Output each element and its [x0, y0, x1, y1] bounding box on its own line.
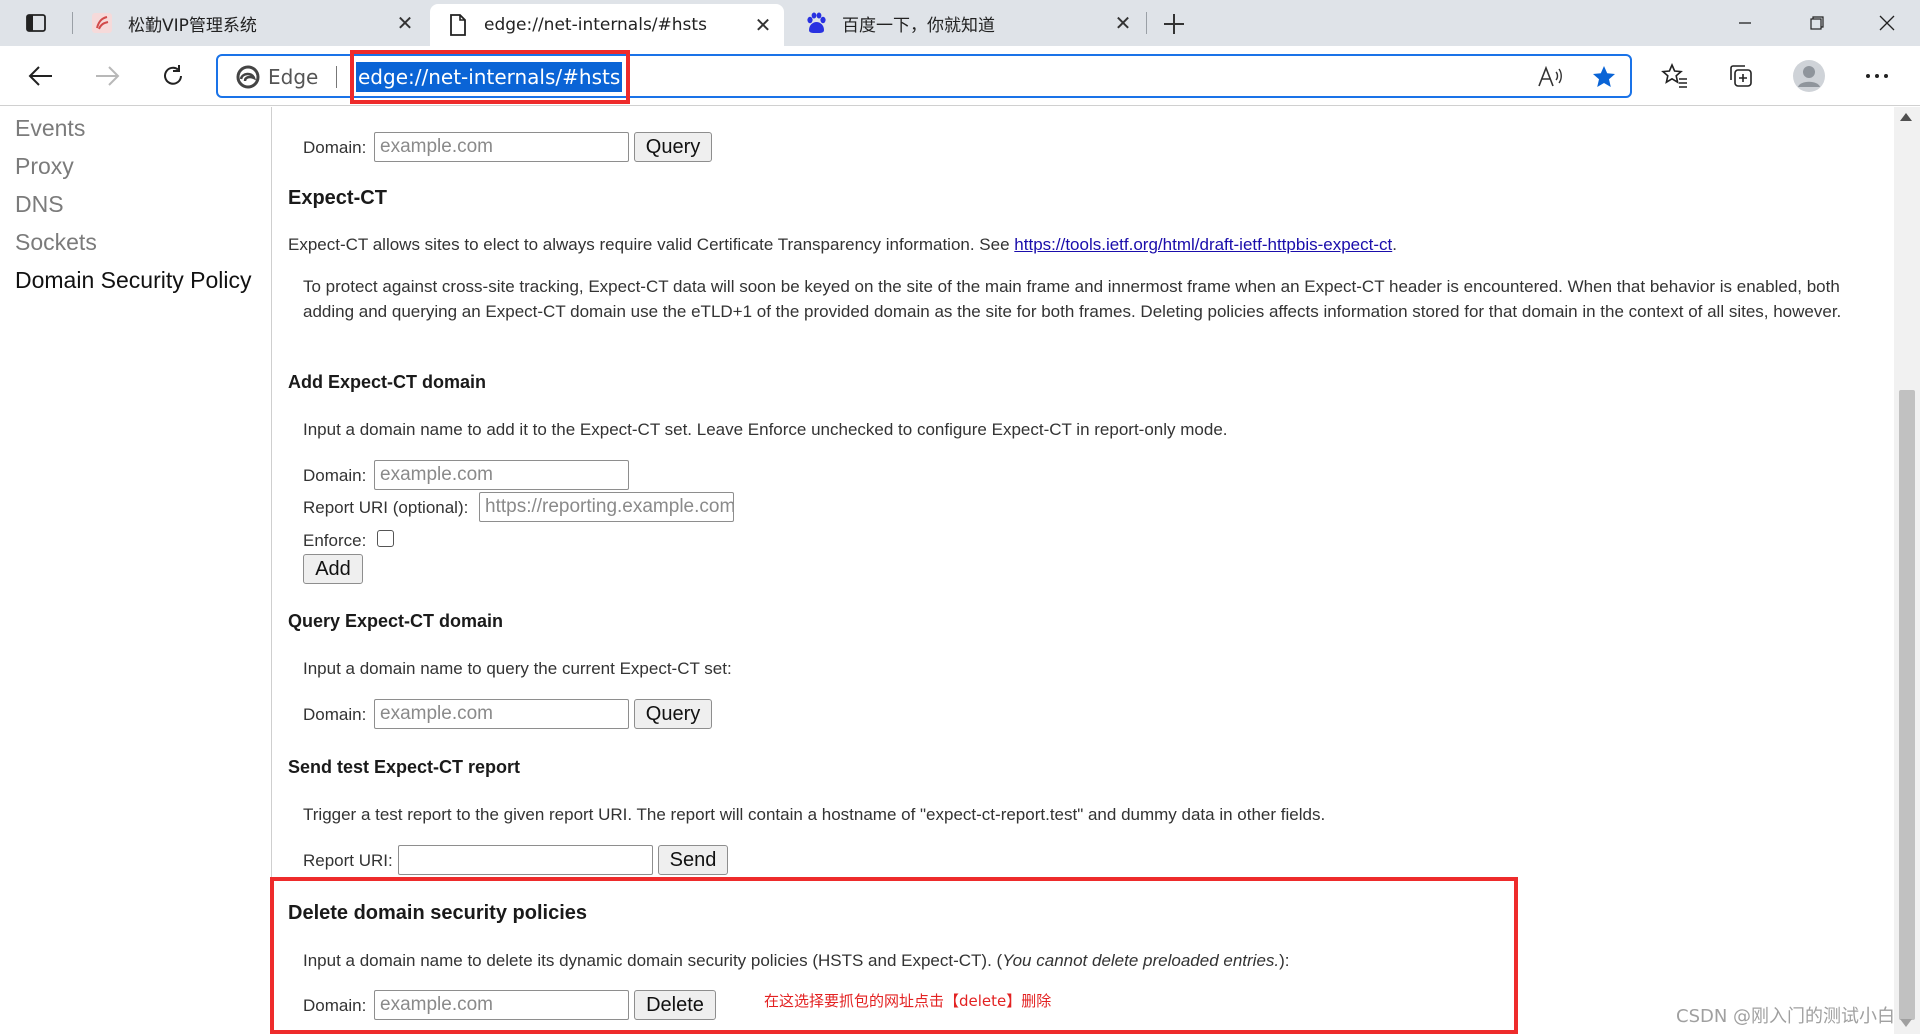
- expect-ct-intro: Expect-CT allows sites to elect to alway…: [288, 235, 1397, 255]
- watermark: CSDN @刚入门的测试小白: [1676, 1006, 1896, 1027]
- favorites-list-icon: [1661, 63, 1687, 88]
- enforce-checkbox[interactable]: [377, 530, 394, 547]
- scroll-thumb[interactable]: [1899, 390, 1915, 1020]
- forward-button[interactable]: [88, 58, 126, 94]
- edge-chip-label: Edge: [268, 65, 319, 89]
- send-test-report-uri-input[interactable]: [398, 845, 653, 875]
- close-tab-icon[interactable]: ✕: [1108, 8, 1138, 38]
- settings-more-button[interactable]: [1858, 58, 1896, 94]
- tab-title: edge://net-internals/#hsts: [484, 15, 707, 35]
- more-dots-icon: [1866, 74, 1888, 78]
- tab-actions-icon: [26, 14, 46, 32]
- hsts-query-button[interactable]: Query: [634, 132, 712, 162]
- sidebar-item-sockets[interactable]: Sockets: [15, 229, 97, 256]
- close-tab-icon[interactable]: ✕: [390, 8, 420, 38]
- report-uri-label: Report URI:: [303, 851, 393, 870]
- refresh-icon: [164, 65, 182, 85]
- restore-button[interactable]: [1786, 0, 1848, 46]
- add-expect-ct-heading: Add Expect-CT domain: [288, 372, 487, 392]
- tab-title: 百度一下，你就知道: [842, 15, 995, 36]
- tab-separator: [1146, 12, 1147, 34]
- annotation-text: 在这选择要抓包的网址点击【delete】删除: [764, 992, 1052, 1010]
- baidu-paw-icon: [804, 11, 828, 35]
- close-window-button[interactable]: [1856, 0, 1918, 46]
- expect-ct-intro-end: .: [1392, 235, 1397, 254]
- sidebar-item-domain-security-policy[interactable]: Domain Security Policy: [15, 267, 251, 294]
- close-tab-icon[interactable]: ✕: [748, 10, 778, 40]
- query-expect-ct-domain-input[interactable]: example.com: [374, 699, 629, 729]
- back-button[interactable]: [22, 58, 60, 94]
- tab-title: 松勤VIP管理系统: [128, 15, 257, 36]
- favorite-star-button[interactable]: [1588, 62, 1620, 92]
- domain-label: Domain:: [303, 138, 367, 157]
- query-expect-ct-desc: Input a domain name to query the current…: [303, 659, 732, 678]
- songqin-favicon-icon: [90, 11, 114, 35]
- hsts-query-domain-input[interactable]: example.com: [374, 132, 629, 162]
- restore-icon: [1810, 16, 1824, 30]
- tab-separator: [72, 12, 73, 34]
- sidebar: Events Proxy DNS Sockets Domain Security…: [0, 107, 272, 1034]
- scroll-down-arrow-icon[interactable]: [1900, 1019, 1912, 1027]
- tab-songqin[interactable]: 松勤VIP管理系统 ✕: [74, 0, 426, 46]
- read-aloud-button[interactable]: [1534, 62, 1566, 92]
- domain-label: Domain:: [303, 705, 367, 724]
- sidebar-item-proxy[interactable]: Proxy: [15, 153, 74, 180]
- plus-icon: [1164, 14, 1184, 34]
- sidebar-item-events[interactable]: Events: [15, 115, 85, 142]
- new-tab-button[interactable]: [1158, 8, 1190, 40]
- domain-label: Domain:: [303, 466, 367, 485]
- tab-strip: 松勤VIP管理系统 ✕ edge://net-internals/#hsts ✕…: [0, 0, 1920, 46]
- read-aloud-icon: [1538, 66, 1562, 87]
- forward-arrow-icon: [96, 66, 120, 86]
- tab-net-internals[interactable]: edge://net-internals/#hsts ✕: [430, 4, 784, 46]
- profile-button[interactable]: [1790, 58, 1828, 94]
- back-arrow-icon: [28, 66, 52, 86]
- edge-site-chip[interactable]: Edge: [236, 62, 318, 92]
- expect-ct-intro-text: Expect-CT allows sites to elect to alway…: [288, 235, 1010, 254]
- edge-logo-icon: [236, 65, 260, 89]
- avatar-icon: [1793, 60, 1825, 92]
- close-icon: [1879, 15, 1895, 31]
- favorites-button[interactable]: [1656, 58, 1694, 94]
- page-favicon-icon: [446, 13, 470, 37]
- collections-icon: [1730, 65, 1752, 87]
- report-uri-optional-label: Report URI (optional):: [303, 498, 469, 517]
- chip-separator: [336, 66, 337, 88]
- add-expect-ct-report-uri-input[interactable]: https://reporting.example.com: [479, 492, 734, 522]
- expect-ct-note: To protect against cross-site tracking, …: [303, 277, 1842, 321]
- tab-actions-button[interactable]: [16, 8, 56, 38]
- query-expect-ct-heading: Query Expect-CT domain: [288, 611, 504, 631]
- sidebar-item-dns[interactable]: DNS: [15, 191, 64, 218]
- minimize-icon: [1739, 22, 1751, 24]
- add-expect-ct-desc: Input a domain name to add it to the Exp…: [303, 420, 1228, 439]
- refresh-button[interactable]: [154, 58, 192, 94]
- url-highlight-box: [350, 50, 630, 104]
- send-test-desc: Trigger a test report to the given repor…: [303, 805, 1326, 824]
- expect-ct-spec-link[interactable]: https://tools.ietf.org/html/draft-ietf-h…: [1014, 235, 1392, 254]
- expect-ct-heading: Expect-CT: [288, 187, 387, 209]
- star-filled-icon: [1593, 66, 1615, 87]
- scroll-up-arrow-icon[interactable]: [1900, 113, 1912, 121]
- browser-toolbar: Edge edge://net-internals/#hsts: [0, 46, 1920, 106]
- send-test-heading: Send test Expect-CT report: [288, 757, 521, 777]
- add-expect-ct-button[interactable]: Add: [303, 554, 363, 584]
- query-expect-ct-button[interactable]: Query: [634, 699, 712, 729]
- add-expect-ct-domain-input[interactable]: example.com: [374, 460, 629, 490]
- page-scrollbar[interactable]: [1894, 107, 1920, 1034]
- send-test-button[interactable]: Send: [658, 845, 728, 875]
- collections-button[interactable]: [1722, 58, 1760, 94]
- minimize-button[interactable]: [1714, 0, 1776, 46]
- tab-baidu[interactable]: 百度一下，你就知道 ✕: [788, 0, 1144, 46]
- enforce-label: Enforce:: [303, 531, 367, 550]
